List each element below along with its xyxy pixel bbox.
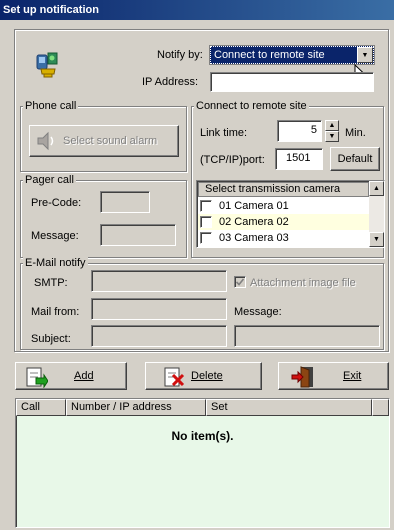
ip-address-input[interactable] — [210, 72, 374, 92]
camera-label: 03 Camera 03 — [219, 232, 289, 244]
smtp-input[interactable] — [91, 270, 227, 292]
link-time-input[interactable]: 5 — [277, 120, 322, 142]
camera-checkbox[interactable] — [200, 232, 212, 244]
ip-address-label: IP Address: — [142, 76, 199, 88]
add-icon — [24, 366, 49, 391]
email-message-label: Message: — [234, 306, 282, 318]
chevron-up-icon: ▲ — [373, 185, 380, 192]
camera-list-scrollbar[interactable]: ▲ ▼ — [369, 181, 384, 247]
link-time-down-button[interactable]: ▼ — [325, 131, 339, 142]
chevron-up-icon: ▲ — [328, 122, 336, 129]
select-sound-alarm-label: Select sound alarm — [63, 135, 158, 147]
add-button[interactable]: Add — [15, 362, 127, 390]
scroll-up-button[interactable]: ▲ — [369, 181, 384, 196]
default-button-label: Default — [337, 153, 373, 165]
delete-icon — [162, 366, 186, 391]
pager-message-label: Message: — [31, 230, 79, 242]
smtp-label: SMTP: — [34, 277, 68, 289]
empty-list-message: No item(s). — [171, 429, 234, 443]
window-title: Set up notification — [3, 4, 99, 16]
subject-input[interactable] — [91, 325, 227, 347]
notify-by-select[interactable]: Connect to remote site — [209, 45, 375, 65]
speaker-icon — [36, 131, 58, 154]
exit-label: Exit — [343, 370, 362, 382]
select-sound-alarm-button[interactable]: Select sound alarm — [29, 125, 179, 157]
camera-label: 01 Camera 01 — [219, 200, 289, 212]
delete-button[interactable]: Delete — [145, 362, 262, 390]
port-value: 1501 — [286, 152, 311, 164]
link-time-unit: Min. — [345, 127, 366, 139]
port-input[interactable]: 1501 — [275, 148, 323, 170]
camera-list-header: Select transmission camera — [198, 182, 369, 197]
mail-from-label: Mail from: — [31, 306, 80, 318]
pre-code-input[interactable] — [100, 191, 150, 213]
column-header-number[interactable]: Number / IP address — [66, 399, 206, 416]
notification-list[interactable]: Call Number / IP address Set No item(s). — [15, 398, 390, 528]
attachment-checkbox[interactable] — [234, 276, 246, 288]
add-label: Add — [74, 370, 94, 382]
exit-button[interactable]: Exit — [278, 362, 389, 390]
phone-call-title: Phone call — [23, 99, 79, 113]
exit-icon — [291, 366, 315, 391]
camera-checkbox[interactable] — [200, 200, 212, 212]
remote-site-title: Connect to remote site — [194, 99, 309, 113]
subject-label: Subject: — [31, 333, 71, 345]
chevron-down-icon: ▼ — [361, 51, 369, 59]
chevron-down-icon: ▼ — [373, 236, 380, 243]
chevron-down-icon: ▼ — [328, 133, 336, 140]
default-button[interactable]: Default — [330, 147, 380, 171]
email-notify-title: E-Mail notify — [23, 256, 88, 270]
notify-by-label: Notify by: — [157, 49, 203, 61]
link-time-up-button[interactable]: ▲ — [325, 120, 339, 131]
column-header-filler — [372, 399, 389, 416]
mail-from-input[interactable] — [91, 298, 227, 320]
pager-call-title: Pager call — [23, 173, 76, 187]
title-bar: Set up notification — [0, 0, 394, 20]
link-time-label: Link time: — [200, 127, 248, 139]
scroll-down-button[interactable]: ▼ — [369, 232, 384, 247]
camera-checkbox[interactable] — [200, 216, 212, 228]
camera-label: 02 Camera 02 — [219, 216, 289, 228]
column-header-set[interactable]: Set — [206, 399, 372, 416]
camera-item[interactable]: 03 Camera 03 — [198, 230, 369, 246]
port-label: (TCP/IP)port: — [200, 154, 265, 166]
dialog-window: Set up notification Notify by: Connect t… — [0, 0, 394, 530]
pre-code-label: Pre-Code: — [31, 197, 82, 209]
camera-item[interactable]: 02 Camera 02 — [198, 214, 369, 230]
pager-message-input[interactable] — [100, 224, 176, 246]
camera-item[interactable]: 01 Camera 01 — [198, 198, 369, 214]
notify-by-value: Connect to remote site — [214, 49, 325, 61]
link-time-value: 5 — [310, 124, 317, 136]
attachment-label: Attachment image file — [250, 277, 356, 289]
email-message-input[interactable] — [234, 325, 380, 347]
column-header-call[interactable]: Call — [16, 399, 66, 416]
delete-label: Delete — [191, 370, 223, 382]
notify-by-dropdown-button[interactable]: ▼ — [357, 47, 373, 63]
notify-icon — [36, 51, 60, 79]
camera-list[interactable]: Select transmission camera 01 Camera 01 … — [196, 180, 385, 248]
